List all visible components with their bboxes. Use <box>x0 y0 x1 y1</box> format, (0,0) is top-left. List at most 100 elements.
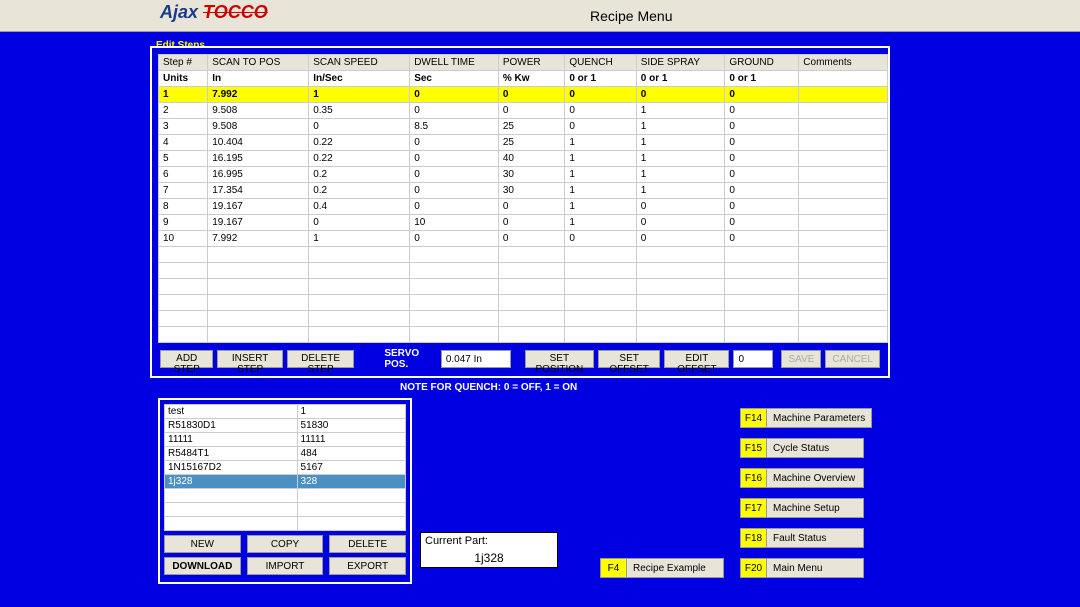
grid-cell[interactable]: 10.404 <box>208 135 309 151</box>
grid-cell[interactable]: 16.195 <box>208 151 309 167</box>
parts-cell[interactable]: R5484T1 <box>165 447 298 461</box>
f14-button[interactable]: F14 Machine Parameters <box>740 408 872 428</box>
grid-cell[interactable]: 0 <box>498 199 564 215</box>
grid-cell[interactable]: 30 <box>498 183 564 199</box>
grid-cell[interactable]: 0 <box>725 167 799 183</box>
grid-row[interactable]: 717.3540.2030110 <box>159 183 888 199</box>
grid-cell[interactable] <box>498 295 564 311</box>
parts-cell[interactable] <box>165 503 298 517</box>
grid-cell[interactable]: 7.992 <box>208 231 309 247</box>
delete-part-button[interactable]: DELETE <box>329 535 406 553</box>
grid-cell[interactable]: 0 <box>725 231 799 247</box>
grid-cell[interactable]: 7.992 <box>208 87 309 103</box>
grid-cell[interactable]: 0 <box>636 231 725 247</box>
grid-cell[interactable] <box>309 327 410 343</box>
grid-cell[interactable]: 0 <box>725 183 799 199</box>
grid-cell[interactable] <box>498 327 564 343</box>
grid-cell[interactable]: 0.35 <box>309 103 410 119</box>
grid-row-empty[interactable] <box>159 279 888 295</box>
f20-button[interactable]: F20 Main Menu <box>740 558 864 578</box>
parts-row[interactable]: test1 <box>165 405 406 419</box>
parts-cell[interactable]: test <box>165 405 298 419</box>
grid-cell[interactable] <box>636 327 725 343</box>
grid-cell[interactable]: 0.22 <box>309 151 410 167</box>
grid-cell[interactable] <box>636 247 725 263</box>
grid-cell[interactable]: 16.995 <box>208 167 309 183</box>
grid-cell[interactable] <box>309 247 410 263</box>
parts-row-empty[interactable] <box>165 517 406 531</box>
parts-cell[interactable]: 11111 <box>165 433 298 447</box>
steps-grid[interactable]: Step #SCAN TO POSSCAN SPEEDDWELL TIMEPOW… <box>158 54 888 343</box>
grid-cell[interactable] <box>565 247 636 263</box>
grid-cell[interactable] <box>799 263 888 279</box>
grid-cell[interactable] <box>799 103 888 119</box>
grid-cell[interactable] <box>725 279 799 295</box>
grid-header[interactable]: Comments <box>799 55 888 71</box>
grid-cell[interactable]: 19.167 <box>208 215 309 231</box>
grid-cell[interactable] <box>799 167 888 183</box>
grid-cell[interactable]: 0.22 <box>309 135 410 151</box>
parts-cell[interactable]: 1N15167D2 <box>165 461 298 475</box>
grid-cell[interactable]: 1 <box>636 135 725 151</box>
servo-pos-value[interactable] <box>441 350 511 368</box>
grid-cell[interactable]: 0 <box>636 215 725 231</box>
grid-cell[interactable]: 40 <box>498 151 564 167</box>
grid-cell[interactable]: 0 <box>410 151 499 167</box>
grid-cell[interactable]: 1 <box>309 87 410 103</box>
grid-cell[interactable] <box>410 279 499 295</box>
grid-cell[interactable] <box>208 263 309 279</box>
parts-cell[interactable]: 1j328 <box>165 475 298 489</box>
grid-row-empty[interactable] <box>159 263 888 279</box>
grid-cell[interactable] <box>498 263 564 279</box>
parts-cell[interactable] <box>297 517 405 531</box>
parts-cell[interactable] <box>165 489 298 503</box>
parts-row[interactable]: R51830D151830 <box>165 419 406 433</box>
grid-cell[interactable]: 0 <box>410 183 499 199</box>
grid-cell[interactable] <box>309 279 410 295</box>
grid-cell[interactable]: 4 <box>159 135 208 151</box>
parts-cell[interactable] <box>165 517 298 531</box>
grid-cell[interactable] <box>309 295 410 311</box>
grid-cell[interactable]: 30 <box>498 167 564 183</box>
grid-cell[interactable]: 8.5 <box>410 119 499 135</box>
grid-cell[interactable] <box>799 135 888 151</box>
grid-cell[interactable]: 3 <box>159 119 208 135</box>
grid-cell[interactable]: 1 <box>565 183 636 199</box>
grid-cell[interactable]: 25 <box>498 135 564 151</box>
grid-header[interactable]: QUENCH <box>565 55 636 71</box>
grid-cell[interactable]: 0 <box>725 151 799 167</box>
grid-cell[interactable]: 0 <box>410 135 499 151</box>
parts-cell[interactable]: 11111 <box>297 433 405 447</box>
grid-cell[interactable] <box>565 311 636 327</box>
grid-row[interactable]: 107.992100000 <box>159 231 888 247</box>
grid-cell[interactable] <box>799 295 888 311</box>
new-part-button[interactable]: NEW <box>164 535 241 553</box>
grid-cell[interactable] <box>159 295 208 311</box>
grid-cell[interactable]: 1 <box>565 135 636 151</box>
grid-cell[interactable] <box>159 263 208 279</box>
grid-cell[interactable] <box>636 311 725 327</box>
grid-cell[interactable] <box>565 279 636 295</box>
parts-cell[interactable]: 484 <box>297 447 405 461</box>
download-button[interactable]: DOWNLOAD <box>164 557 241 575</box>
grid-cell[interactable]: 0 <box>309 215 410 231</box>
grid-cell[interactable]: 9.508 <box>208 119 309 135</box>
grid-cell[interactable]: 1 <box>636 151 725 167</box>
grid-cell[interactable]: 0 <box>410 199 499 215</box>
grid-cell[interactable] <box>208 295 309 311</box>
grid-cell[interactable]: 5 <box>159 151 208 167</box>
parts-cell[interactable]: 5167 <box>297 461 405 475</box>
grid-cell[interactable] <box>799 183 888 199</box>
grid-header[interactable]: SIDE SPRAY <box>636 55 725 71</box>
parts-row[interactable]: 1N15167D25167 <box>165 461 406 475</box>
cancel-button[interactable]: CANCEL <box>825 350 880 368</box>
grid-cell[interactable]: 1 <box>565 167 636 183</box>
grid-cell[interactable]: 1 <box>565 215 636 231</box>
grid-cell[interactable] <box>636 279 725 295</box>
grid-cell[interactable] <box>799 87 888 103</box>
grid-cell[interactable] <box>309 263 410 279</box>
grid-cell[interactable]: 0 <box>498 215 564 231</box>
grid-row[interactable]: 410.4040.22025110 <box>159 135 888 151</box>
grid-cell[interactable] <box>725 247 799 263</box>
grid-row[interactable]: 516.1950.22040110 <box>159 151 888 167</box>
